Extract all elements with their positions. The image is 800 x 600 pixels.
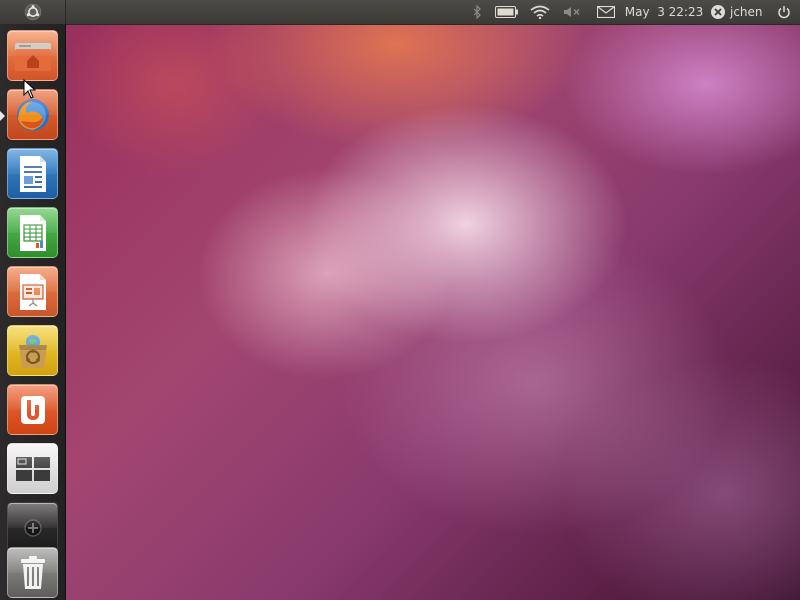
wifi-icon <box>530 5 550 19</box>
messaging-indicator[interactable] <box>595 0 617 24</box>
battery-indicator[interactable] <box>494 0 520 24</box>
network-indicator[interactable] <box>528 0 552 24</box>
desktop-wallpaper[interactable] <box>66 24 800 600</box>
battery-icon <box>495 6 518 18</box>
dash-button[interactable] <box>0 0 66 24</box>
trash-icon <box>20 555 45 589</box>
user-status-icon <box>711 5 725 19</box>
launcher-item-applications[interactable] <box>7 502 58 553</box>
sound-indicator[interactable] <box>561 0 583 24</box>
impress-icon <box>19 273 46 310</box>
power-icon <box>778 6 790 19</box>
mouse-cursor-icon <box>23 79 37 99</box>
calc-icon <box>19 214 46 251</box>
session-menu[interactable] <box>774 0 794 24</box>
user-menu[interactable]: jchen <box>710 0 768 24</box>
top-panel: May 3 22:23 jchen <box>0 0 800 25</box>
clock-indicator[interactable]: May 3 22:23 <box>624 0 704 24</box>
mail-icon <box>597 6 615 18</box>
firefox-icon <box>16 98 49 131</box>
running-indicator <box>0 111 5 121</box>
launcher-item-trash[interactable] <box>7 547 58 598</box>
clock-label: May 3 22:23 <box>624 5 704 19</box>
software-center-icon <box>18 334 47 368</box>
user-name: jchen <box>730 5 763 19</box>
ubuntu-one-icon <box>20 395 45 424</box>
launcher-item-ubuntu-one[interactable] <box>7 384 58 435</box>
writer-icon <box>19 155 46 192</box>
ubuntu-logo-icon <box>24 3 41 21</box>
volume-muted-icon <box>564 7 580 17</box>
launcher-item-workspace-switcher[interactable] <box>7 443 58 494</box>
launcher-item-writer[interactable] <box>7 148 58 199</box>
bluetooth-icon <box>473 5 481 19</box>
apps-plus-icon <box>23 518 42 537</box>
launcher-item-calc[interactable] <box>7 207 58 258</box>
folder-home-icon <box>14 42 51 71</box>
launcher-item-impress[interactable] <box>7 266 58 317</box>
bluetooth-indicator[interactable] <box>468 0 486 24</box>
launcher-item-software-center[interactable] <box>7 325 58 376</box>
launcher <box>0 24 66 600</box>
workspace-switcher-icon <box>15 456 50 481</box>
launcher-item-home-folder[interactable] <box>7 30 58 81</box>
